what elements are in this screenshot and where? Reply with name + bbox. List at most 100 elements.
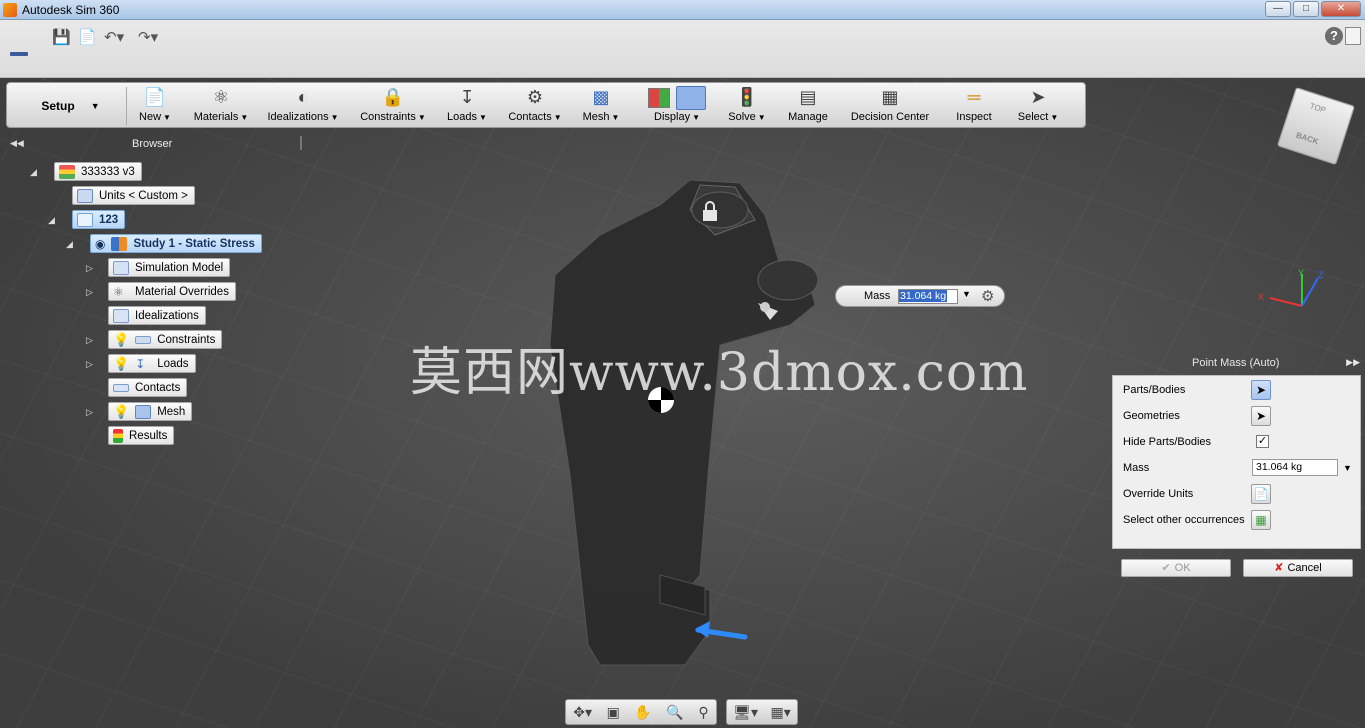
toolbar-contacts-button[interactable]: ⚙ Contacts ▼ bbox=[507, 85, 563, 127]
expand-toggle-icon[interactable]: ▷ bbox=[86, 407, 93, 418]
tree-node-part-label: 123 bbox=[99, 213, 119, 226]
expand-toggle-icon[interactable]: ▷ bbox=[86, 263, 93, 274]
expand-panel-icon[interactable]: ▶▶ bbox=[1346, 357, 1360, 368]
tree-node-results[interactable]: Results bbox=[108, 426, 175, 445]
expand-toggle-icon[interactable]: ▷ bbox=[86, 287, 93, 298]
tree-node-study-label: Study 1 - Static Stress bbox=[133, 237, 255, 250]
expand-toggle-icon[interactable]: ◢ bbox=[48, 215, 55, 226]
tree-node-contacts[interactable]: Contacts bbox=[108, 378, 188, 397]
chevron-down-icon[interactable]: ▼ bbox=[1343, 463, 1352, 473]
toolbar-materials-button[interactable]: ⚛ Materials ▼ bbox=[193, 85, 249, 127]
tree-node-constraints-label: Constraints bbox=[157, 333, 216, 346]
simulation-model-icon bbox=[113, 260, 129, 275]
expand-toggle-icon[interactable]: ▷ bbox=[86, 335, 93, 346]
close-button[interactable]: ✕ bbox=[1321, 1, 1361, 17]
tree-node-constraints[interactable]: 💡 Constraints bbox=[108, 330, 223, 349]
browser-resize-handle[interactable] bbox=[300, 136, 302, 150]
viewcube-back-label: BACK bbox=[1294, 130, 1320, 147]
parts-bodies-select-button[interactable]: ➤ bbox=[1251, 380, 1271, 400]
part-body-icon bbox=[77, 212, 93, 227]
look-at-icon[interactable]: ▣ bbox=[607, 704, 620, 721]
orbit-icon[interactable]: ✥▾ bbox=[573, 704, 592, 721]
save-as-icon[interactable]: 📄 bbox=[78, 28, 97, 46]
point-mass-title: Point Mass (Auto) bbox=[1192, 357, 1280, 369]
tree-node-loads-label: Loads bbox=[157, 357, 189, 370]
expand-toggle-icon[interactable]: ◢ bbox=[66, 239, 73, 250]
mass-heads-up-input: Mass 31.064 kg ▼ ⚙ bbox=[835, 285, 1005, 307]
toolbar-idealizations-button[interactable]: ◐ Idealizations ▼ bbox=[267, 85, 339, 127]
mass-input[interactable]: 31.064 kg bbox=[1252, 459, 1338, 476]
display-settings-icon[interactable]: 🖥▾ bbox=[733, 704, 758, 721]
help-icon[interactable]: ? bbox=[1325, 27, 1343, 45]
toolbar-display-button[interactable]: Display ▼ bbox=[641, 85, 713, 127]
pan-icon[interactable]: ✋ bbox=[634, 704, 651, 721]
chevron-down-icon[interactable]: ▼ bbox=[962, 289, 971, 299]
hide-parts-checkbox[interactable]: ✓ bbox=[1256, 435, 1269, 448]
expand-toggle-icon[interactable]: ▷ bbox=[86, 359, 93, 370]
chevron-down-icon: ▼ bbox=[90, 101, 100, 111]
toolbar-loads-button[interactable]: ↧ Loads ▼ bbox=[447, 85, 487, 127]
toolbar-solve-button[interactable]: 🚦 Solve ▼ bbox=[727, 85, 767, 127]
mass-label: Mass bbox=[1123, 462, 1150, 474]
fit-icon[interactable]: ⚲ bbox=[698, 704, 708, 721]
mass-popup-input[interactable]: 31.064 kg bbox=[898, 289, 958, 304]
ok-button[interactable]: ✔ OK bbox=[1121, 559, 1231, 577]
window-title: Autodesk Sim 360 bbox=[22, 3, 120, 17]
mass-popup-label: Mass bbox=[864, 290, 891, 302]
tree-node-simulation-model[interactable]: Simulation Model bbox=[108, 258, 231, 277]
toolbar-select-button[interactable]: ➤ Select ▼ bbox=[1015, 85, 1061, 127]
tree-node-loads[interactable]: 💡 ↧ Loads bbox=[108, 354, 196, 373]
toolbar-select-label: Select bbox=[1017, 111, 1049, 123]
cancel-button[interactable]: ✘ Cancel bbox=[1243, 559, 1353, 577]
toolbar-mesh-button[interactable]: ▩ Mesh ▼ bbox=[581, 85, 621, 127]
save-icon[interactable]: 💾 bbox=[52, 28, 71, 46]
toolbar-inspect-label: Inspect bbox=[956, 111, 992, 123]
materials-icon: ⚛ bbox=[113, 284, 124, 299]
quick-access-toolbar: 💾 📄 ↶▾ ↷▾ ? bbox=[0, 20, 1365, 78]
tree-node-units[interactable]: Units < Custom > bbox=[72, 186, 195, 205]
geometries-select-button[interactable]: ➤ bbox=[1251, 406, 1271, 426]
tree-node-root[interactable]: 333333 v3 bbox=[54, 162, 142, 181]
axis-y-label: Y bbox=[1298, 268, 1304, 278]
model-part[interactable] bbox=[540, 175, 830, 675]
grid-settings-icon[interactable]: ▦▾ bbox=[770, 704, 790, 721]
application-menu-button[interactable] bbox=[10, 52, 28, 56]
tree-node-idealizations[interactable]: Idealizations bbox=[108, 306, 206, 325]
toolbar-constraints-label: Constraints bbox=[360, 111, 416, 123]
model-root-icon bbox=[59, 164, 75, 179]
tree-node-mesh-label: Mesh bbox=[157, 405, 186, 418]
toolbar-manage-button[interactable]: ▤ Manage bbox=[785, 85, 831, 127]
expand-toggle-icon[interactable]: ◢ bbox=[30, 167, 37, 178]
tree-node-part[interactable]: 123 bbox=[72, 210, 126, 229]
toolbar-display-label: Display bbox=[654, 111, 691, 123]
point-mass-dialog: Parts/Bodies ➤ Geometries ➤ Hide Parts/B… bbox=[1112, 375, 1361, 549]
idealizations-icon bbox=[113, 308, 129, 323]
maximize-button[interactable]: □ bbox=[1293, 1, 1319, 17]
workspace-selector[interactable]: Setup ▼ bbox=[15, 87, 127, 125]
toolbar-decision-center-label: Decision Center bbox=[850, 111, 930, 123]
toolbar-decision-center-button[interactable]: ▦ Decision Center bbox=[849, 85, 931, 127]
help-dropdown-button[interactable] bbox=[1345, 27, 1361, 45]
window-controls: — □ ✕ bbox=[1265, 1, 1361, 17]
toolbar-new-button[interactable]: 📄 New ▼ bbox=[135, 85, 175, 127]
gear-icon[interactable]: ⚙ bbox=[981, 287, 994, 305]
redo-icon[interactable]: ↷▾ bbox=[138, 28, 158, 46]
undo-icon[interactable]: ↶▾ bbox=[104, 28, 124, 46]
workspace-label: Setup bbox=[41, 99, 75, 113]
lightbulb-icon[interactable]: 💡 bbox=[113, 356, 129, 372]
tree-node-mesh[interactable]: 💡 Mesh bbox=[108, 402, 193, 421]
toolbar-inspect-button[interactable]: ═ Inspect bbox=[951, 85, 997, 127]
select-other-occurrences-button[interactable]: ▦ bbox=[1251, 510, 1271, 530]
tree-node-material-overrides[interactable]: ⚛ Material Overrides bbox=[108, 282, 236, 301]
lightbulb-icon[interactable]: 💡 bbox=[113, 404, 129, 420]
display-icon bbox=[644, 85, 710, 111]
title-bar: Autodesk Sim 360 — □ ✕ bbox=[0, 0, 1365, 20]
constraints-icon: 🔒 bbox=[381, 87, 405, 107]
toolbar-constraints-button[interactable]: 🔒 Constraints ▼ bbox=[359, 85, 427, 127]
lightbulb-icon[interactable]: 💡 bbox=[113, 332, 129, 348]
tree-node-study[interactable]: ◉ Study 1 - Static Stress bbox=[90, 234, 262, 253]
minimize-button[interactable]: — bbox=[1265, 1, 1291, 17]
collapse-browser-icon[interactable]: ◀◀ bbox=[10, 138, 24, 149]
zoom-icon[interactable]: 🔍 bbox=[666, 704, 683, 721]
override-units-button[interactable]: 📄 bbox=[1251, 484, 1271, 504]
